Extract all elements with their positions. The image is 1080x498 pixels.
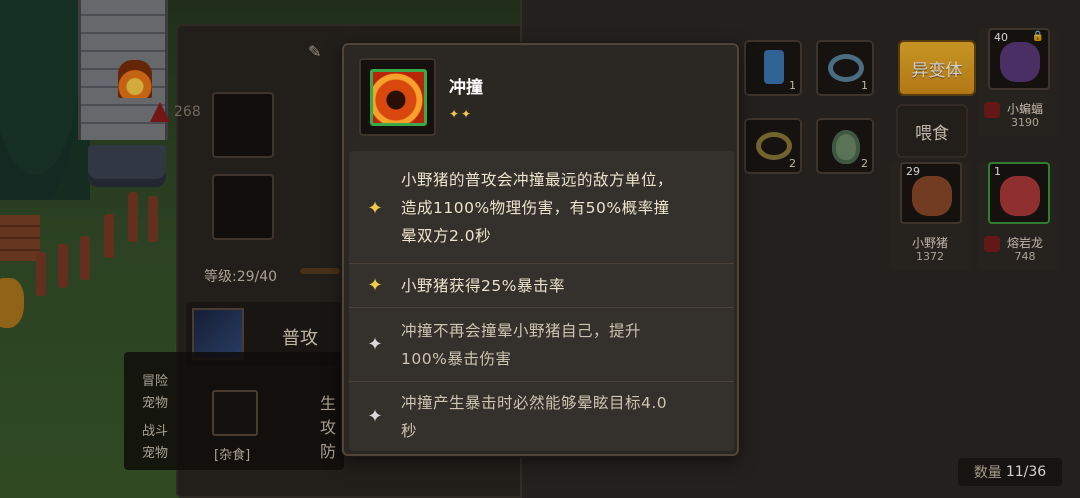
skill-effect: ✦ 冲撞产生暴击时必然能够晕眩目标4.0 秒: [349, 381, 734, 451]
skill-tooltip: 冲撞 ✦✦ ✦ 小野猪的普攻会冲撞最远的敌方单位， 造成1100%物理伤害，有5…: [342, 43, 739, 456]
skill-name: 冲撞: [449, 78, 483, 98]
gold-star-icon: ✦: [367, 197, 383, 219]
effect-text: 小野猪的普攻会冲撞最远的敌方单位， 造成1100%物理伤害，有50%概率撞 晕双…: [401, 171, 674, 245]
effect-text: 冲撞不再会撞晕小野猪自己，提升 100%暴击伤害: [401, 321, 642, 368]
effect-text: 小野猪获得25%暴击率: [401, 276, 565, 295]
silver-star-icon: ✦: [367, 334, 383, 355]
skill-icon-frame: [359, 58, 436, 136]
skill-effect: ✦ 小野猪获得25%暴击率: [349, 263, 734, 307]
effect-text: 冲撞产生暴击时必然能够晕眩目标4.0 秒: [401, 393, 668, 440]
skill-effects-list: ✦ 小野猪的普攻会冲撞最远的敌方单位， 造成1100%物理伤害，有50%概率撞 …: [349, 151, 734, 451]
gold-star-icon: ✦: [367, 275, 383, 296]
charge-skill-icon: [370, 69, 427, 126]
skill-effect: ✦ 小野猪的普攻会冲撞最远的敌方单位， 造成1100%物理伤害，有50%概率撞 …: [349, 159, 734, 257]
skill-effect: ✦ 冲撞不再会撞晕小野猪自己，提升 100%暴击伤害: [349, 307, 734, 381]
silver-star-icon: ✦: [367, 406, 383, 427]
skill-star-rating: ✦✦: [449, 107, 474, 121]
